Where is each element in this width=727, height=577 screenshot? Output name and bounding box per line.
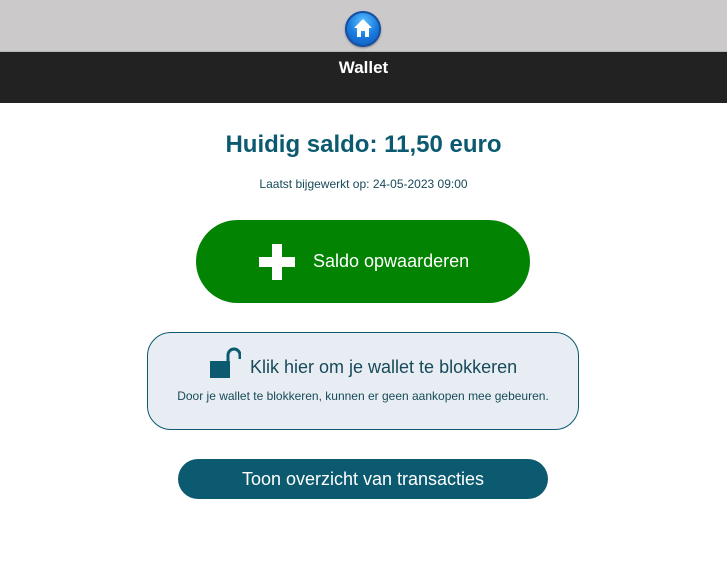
block-wallet-description: Door je wallet te blokkeren, kunnen er g… — [177, 389, 549, 403]
last-updated-text: Laatst bijgewerkt op: 24-05-2023 09:00 — [259, 177, 468, 191]
top-up-button[interactable]: Saldo opwaarderen — [196, 220, 530, 303]
home-button[interactable] — [345, 11, 381, 47]
top-navigation-bar — [0, 0, 727, 52]
current-balance: Huidig saldo: 11,50 euro — [225, 131, 502, 158]
plus-icon — [259, 244, 295, 280]
top-up-label: Saldo opwaarderen — [313, 251, 470, 271]
block-wallet-button[interactable]: Klik hier om je wallet te blokkeren Door… — [147, 332, 579, 430]
page-title: Wallet — [338, 58, 389, 77]
block-wallet-label: Klik hier om je wallet te blokkeren — [250, 357, 518, 377]
title-bar: Wallet — [0, 52, 727, 103]
home-icon — [354, 19, 372, 37]
show-transactions-button[interactable]: Toon overzicht van transacties — [178, 459, 548, 499]
unlock-icon — [210, 347, 241, 378]
